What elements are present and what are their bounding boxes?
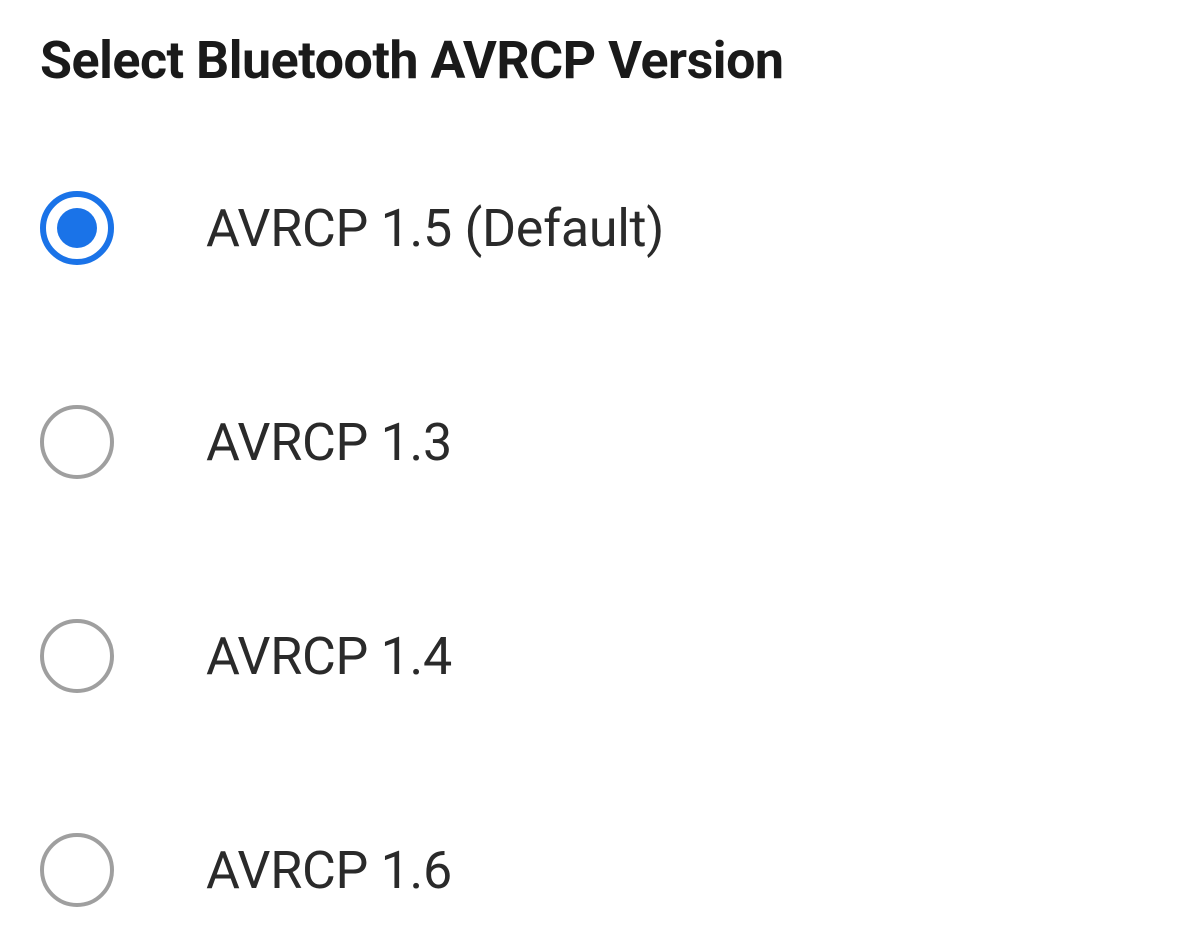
option-avrcp-1-6[interactable]: AVRCP 1.6: [40, 833, 1138, 907]
dialog-title: Select Bluetooth AVRCP Version: [40, 30, 1138, 91]
option-avrcp-1-4[interactable]: AVRCP 1.4: [40, 619, 1138, 693]
radio-icon: [40, 191, 114, 265]
option-avrcp-1-3[interactable]: AVRCP 1.3: [40, 405, 1138, 479]
radio-icon: [40, 619, 114, 693]
option-list: AVRCP 1.5 (Default) AVRCP 1.3 AVRCP 1.4 …: [40, 191, 1138, 907]
option-label: AVRCP 1.6: [206, 840, 452, 901]
radio-icon: [40, 405, 114, 479]
option-avrcp-1-5[interactable]: AVRCP 1.5 (Default): [40, 191, 1138, 265]
option-label: AVRCP 1.5 (Default): [206, 198, 664, 259]
option-label: AVRCP 1.3: [206, 412, 452, 473]
radio-icon: [40, 833, 114, 907]
radio-inner-icon: [57, 208, 97, 248]
option-label: AVRCP 1.4: [206, 626, 452, 687]
